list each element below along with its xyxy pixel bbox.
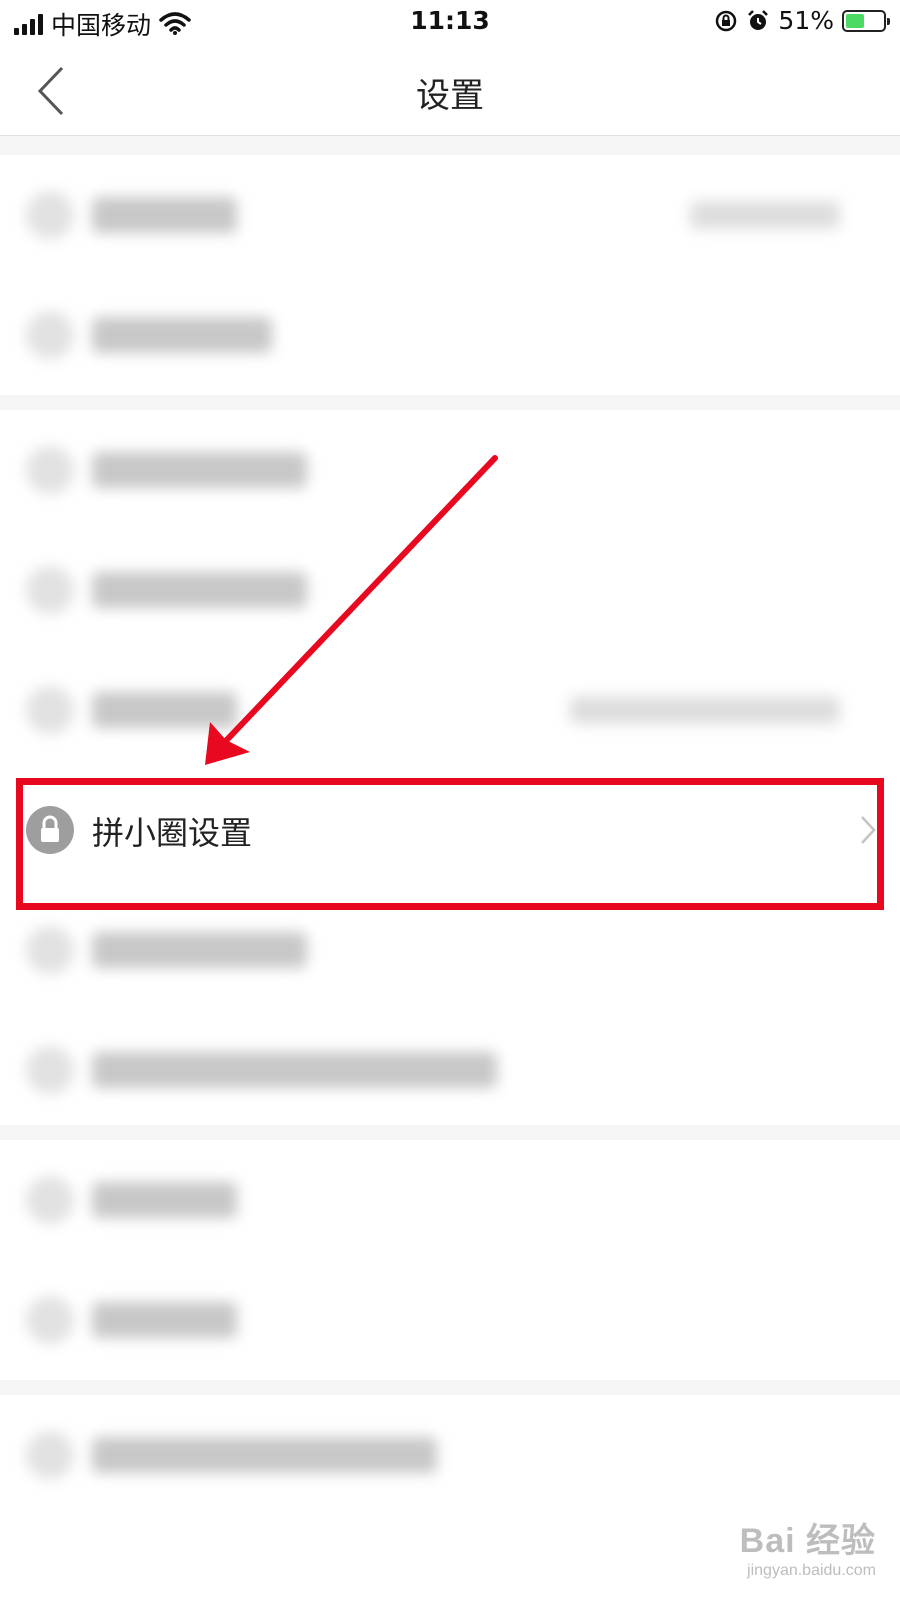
blurred-label xyxy=(92,572,307,608)
list-item[interactable] xyxy=(0,650,900,770)
blurred-label xyxy=(92,1437,437,1473)
list-item[interactable] xyxy=(0,1010,900,1130)
settings-section-1 xyxy=(0,155,900,395)
setting-icon xyxy=(26,1296,74,1344)
setting-icon xyxy=(26,311,74,359)
setting-icon xyxy=(26,446,74,494)
chevron-right-icon xyxy=(861,816,876,844)
list-item[interactable] xyxy=(0,410,900,530)
list-item[interactable] xyxy=(0,275,900,395)
battery-percent: 51% xyxy=(778,6,834,35)
alarm-icon xyxy=(748,9,769,30)
pinxiaoquan-settings-label: 拼小圈设置 xyxy=(92,814,253,852)
blurred-label xyxy=(92,317,272,353)
list-item[interactable] xyxy=(0,1395,900,1515)
blurred-label xyxy=(92,197,237,233)
setting-icon xyxy=(26,926,74,974)
setting-icon xyxy=(26,1176,74,1224)
nav-bar: 设置 xyxy=(0,44,900,136)
blurred-label xyxy=(92,452,307,488)
blurred-label xyxy=(92,1182,237,1218)
list-item[interactable] xyxy=(0,155,900,275)
setting-icon xyxy=(26,566,74,614)
watermark: Bai 经验 jingyan.baidu.com xyxy=(740,1513,876,1580)
battery-charging-icon xyxy=(842,9,890,32)
list-item[interactable] xyxy=(0,890,900,1010)
orientation-lock-icon xyxy=(716,10,737,31)
blurred-label xyxy=(92,1302,237,1338)
blurred-value xyxy=(690,201,840,229)
blurred-value xyxy=(570,696,840,724)
list-item[interactable] xyxy=(0,530,900,650)
watermark-url: jingyan.baidu.com xyxy=(747,1562,876,1579)
status-bar: 中国移动 11:13 51% xyxy=(0,0,900,44)
settings-section-2: 拼小圈设置 xyxy=(0,410,900,1125)
battery-level-fill xyxy=(846,13,865,28)
setting-icon xyxy=(26,686,74,734)
setting-icon xyxy=(26,1046,74,1094)
pinxiaoquan-settings-item[interactable]: 拼小圈设置 xyxy=(0,770,900,890)
watermark-logo: Bai 经验 xyxy=(739,1522,876,1560)
setting-icon xyxy=(26,191,74,239)
list-item[interactable] xyxy=(0,1140,900,1260)
status-right: 51% xyxy=(714,6,890,35)
list-item[interactable] xyxy=(0,1260,900,1380)
lock-icon xyxy=(26,806,74,854)
blurred-label xyxy=(92,1052,497,1088)
blurred-label xyxy=(92,932,307,968)
page-title: 设置 xyxy=(416,76,484,116)
settings-section-3 xyxy=(0,1140,900,1380)
blurred-label xyxy=(92,692,237,728)
setting-icon xyxy=(26,1431,74,1479)
